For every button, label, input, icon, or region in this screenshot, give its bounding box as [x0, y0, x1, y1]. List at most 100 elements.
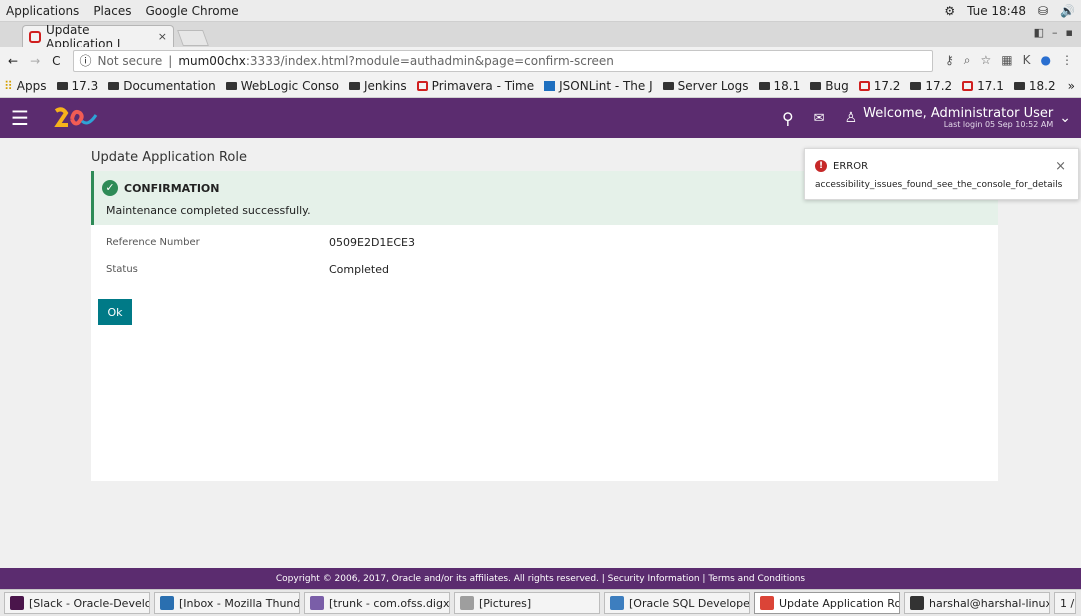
user-icon: ♙ [844, 110, 858, 126]
mail-icon[interactable]: ✉ [814, 111, 825, 126]
extension-k-icon[interactable]: K [1023, 53, 1031, 68]
folder-icon [225, 81, 237, 90]
reference-number-value: 0509E2D1ECE3 [329, 236, 415, 249]
minimize-button[interactable]: – [1052, 26, 1058, 39]
bookmarks-overflow-icon[interactable]: » [1068, 79, 1081, 93]
app-icon [610, 596, 624, 610]
page-title: Update Application Role [91, 150, 247, 165]
app-icon [10, 596, 24, 610]
places-menu[interactable]: Places [93, 4, 131, 18]
bookmark-item[interactable]: 17.2 [910, 79, 952, 93]
app-icon [760, 596, 774, 610]
settings-icon[interactable]: ⚙ [944, 4, 955, 18]
bookmark-item[interactable]: JSONLint - The J [544, 79, 653, 93]
taskbar-item[interactable]: [trunk - com.ofss.digx... [304, 592, 450, 614]
bookmark-item[interactable]: WebLogic Conso [225, 79, 339, 93]
error-toast: ! ERROR × accessibility_issues_found_see… [804, 148, 1079, 200]
info-icon[interactable]: ⓘ [80, 52, 92, 69]
volume-icon[interactable]: 🔊 [1060, 4, 1075, 18]
taskbar-item[interactable]: harshal@harshal-linux:~ [904, 592, 1050, 614]
taskbar-item[interactable]: [Inbox - Mozilla Thund... [154, 592, 300, 614]
bookmark-item[interactable]: 18.1 [758, 79, 800, 93]
user-menu[interactable]: ♙ Welcome, Administrator User Last login… [845, 107, 1071, 129]
url-text: mum00chx:3333/index.html?module=authadmi… [178, 54, 614, 68]
bookmark-label: Primavera - Time [431, 78, 535, 93]
toast-message: accessibility_issues_found_see_the_conso… [815, 180, 1063, 190]
oracle-icon [416, 80, 428, 91]
oracle-icon [962, 80, 974, 91]
key-icon[interactable]: ⚷ [945, 53, 954, 68]
main-content: Update Application Role ✓ CONFIRMATION M… [0, 138, 1081, 568]
network-icon[interactable]: ⛁ [1038, 4, 1048, 18]
bookmark-item[interactable]: 17.3 [56, 78, 99, 93]
folder-icon [810, 81, 822, 90]
taskbar-item[interactable]: 1 / [1054, 592, 1076, 614]
taskbar-label: [Oracle SQL Developer... [629, 596, 750, 610]
taskbar-item[interactable]: [Pictures] [454, 592, 600, 614]
taskbar-label: Update Application Rol... [779, 596, 899, 610]
welcome-text: Welcome, Administrator User [863, 106, 1054, 121]
confirmation-card: ✓ CONFIRMATION Maintenance completed suc… [91, 171, 998, 481]
chrome-menu[interactable]: Google Chrome [145, 4, 238, 18]
app-logo-icon[interactable] [54, 105, 98, 132]
bookmark-item[interactable]: Primavera - Time [416, 78, 535, 93]
app-header: ☰ ⚲ ✉ ♙ Welcome, Administrator User Last… [0, 98, 1081, 138]
taskbar-label: [trunk - com.ofss.digx... [329, 596, 450, 610]
star-icon[interactable]: ☆ [981, 53, 992, 68]
bookmark-item[interactable]: Jenkins [349, 79, 407, 93]
app-footer[interactable]: Copyright © 2006, 2017, Oracle and/or it… [0, 568, 1081, 589]
profile-icon[interactable]: ◧ [1034, 26, 1044, 39]
system-clock[interactable]: Tue 18:48 [967, 4, 1026, 18]
taskbar-item[interactable]: [Oracle SQL Developer... [604, 592, 750, 614]
bookmark-item[interactable]: 17.1 [962, 79, 1004, 93]
bookmark-item[interactable]: Server Logs [662, 78, 749, 93]
bookmark-label: Server Logs [677, 78, 749, 93]
new-tab-button[interactable] [177, 30, 209, 46]
bookmark-label: 17.2 [873, 78, 901, 93]
browser-tab-active[interactable]: Update Application I × [22, 23, 174, 51]
bookmark-label: Apps [16, 78, 47, 93]
bookmark-label: 17.3 [71, 78, 99, 93]
toast-close-button[interactable]: × [1055, 159, 1066, 174]
back-icon[interactable]: ← [8, 54, 18, 68]
chevron-down-icon: ⌄ [1059, 110, 1071, 126]
hamburger-menu-icon[interactable]: ☰ [0, 106, 40, 130]
bookmark-item[interactable]: Bug [810, 79, 849, 93]
folder-icon [1013, 81, 1025, 90]
ok-button[interactable]: Ok [98, 299, 132, 325]
error-icon: ! [815, 160, 827, 172]
oracle-icon [858, 80, 870, 91]
applications-menu[interactable]: Applications [6, 4, 79, 18]
extension-icon[interactable]: ▦ [1001, 53, 1012, 68]
app-icon [160, 596, 174, 610]
zoom-icon[interactable]: ⌕ [964, 53, 971, 68]
check-circle-icon: ✓ [102, 180, 118, 196]
folder-icon [108, 81, 120, 90]
extension-blue-icon[interactable]: ● [1041, 53, 1051, 68]
bookmark-label: Jenkins [364, 78, 407, 93]
forward-icon[interactable]: → [30, 54, 40, 68]
bookmark-item[interactable]: 18.2 [1013, 79, 1056, 93]
bookmark-label: 17.1 [977, 78, 1004, 93]
folder-icon [349, 81, 360, 90]
folder-icon [758, 81, 770, 90]
apps-grid-icon: ⠿ [4, 78, 13, 93]
folder-icon [662, 81, 674, 90]
bookmark-item[interactable]: 17.2 [858, 78, 901, 93]
search-icon[interactable]: ⚲ [782, 109, 794, 128]
taskbar-item[interactable]: Update Application Rol... [754, 592, 900, 614]
oracle-favicon-icon [29, 30, 41, 43]
maximize-button[interactable]: ▪ [1066, 26, 1073, 39]
not-secure-label: Not secure [97, 53, 163, 68]
reference-number-label: Reference Number [106, 237, 200, 248]
taskbar-item[interactable]: [Slack - Oracle-Develo... [4, 592, 150, 614]
bookmark-item[interactable]: Documentation [108, 79, 216, 93]
reload-icon[interactable]: C [52, 54, 60, 68]
menu-icon[interactable]: ⋮ [1061, 53, 1073, 68]
url-field[interactable]: ⓘ Not secure | mum00chx:3333/index.html?… [72, 49, 933, 72]
bookmark-item[interactable]: ⠿ Apps [4, 79, 47, 93]
system-top-bar: Applications Places Google Chrome ⚙ Tue … [0, 0, 1081, 22]
taskbar-label: [Pictures] [479, 596, 532, 610]
taskbar-label: harshal@harshal-linux:~ [929, 596, 1049, 610]
tab-close-button[interactable]: × [158, 30, 167, 43]
